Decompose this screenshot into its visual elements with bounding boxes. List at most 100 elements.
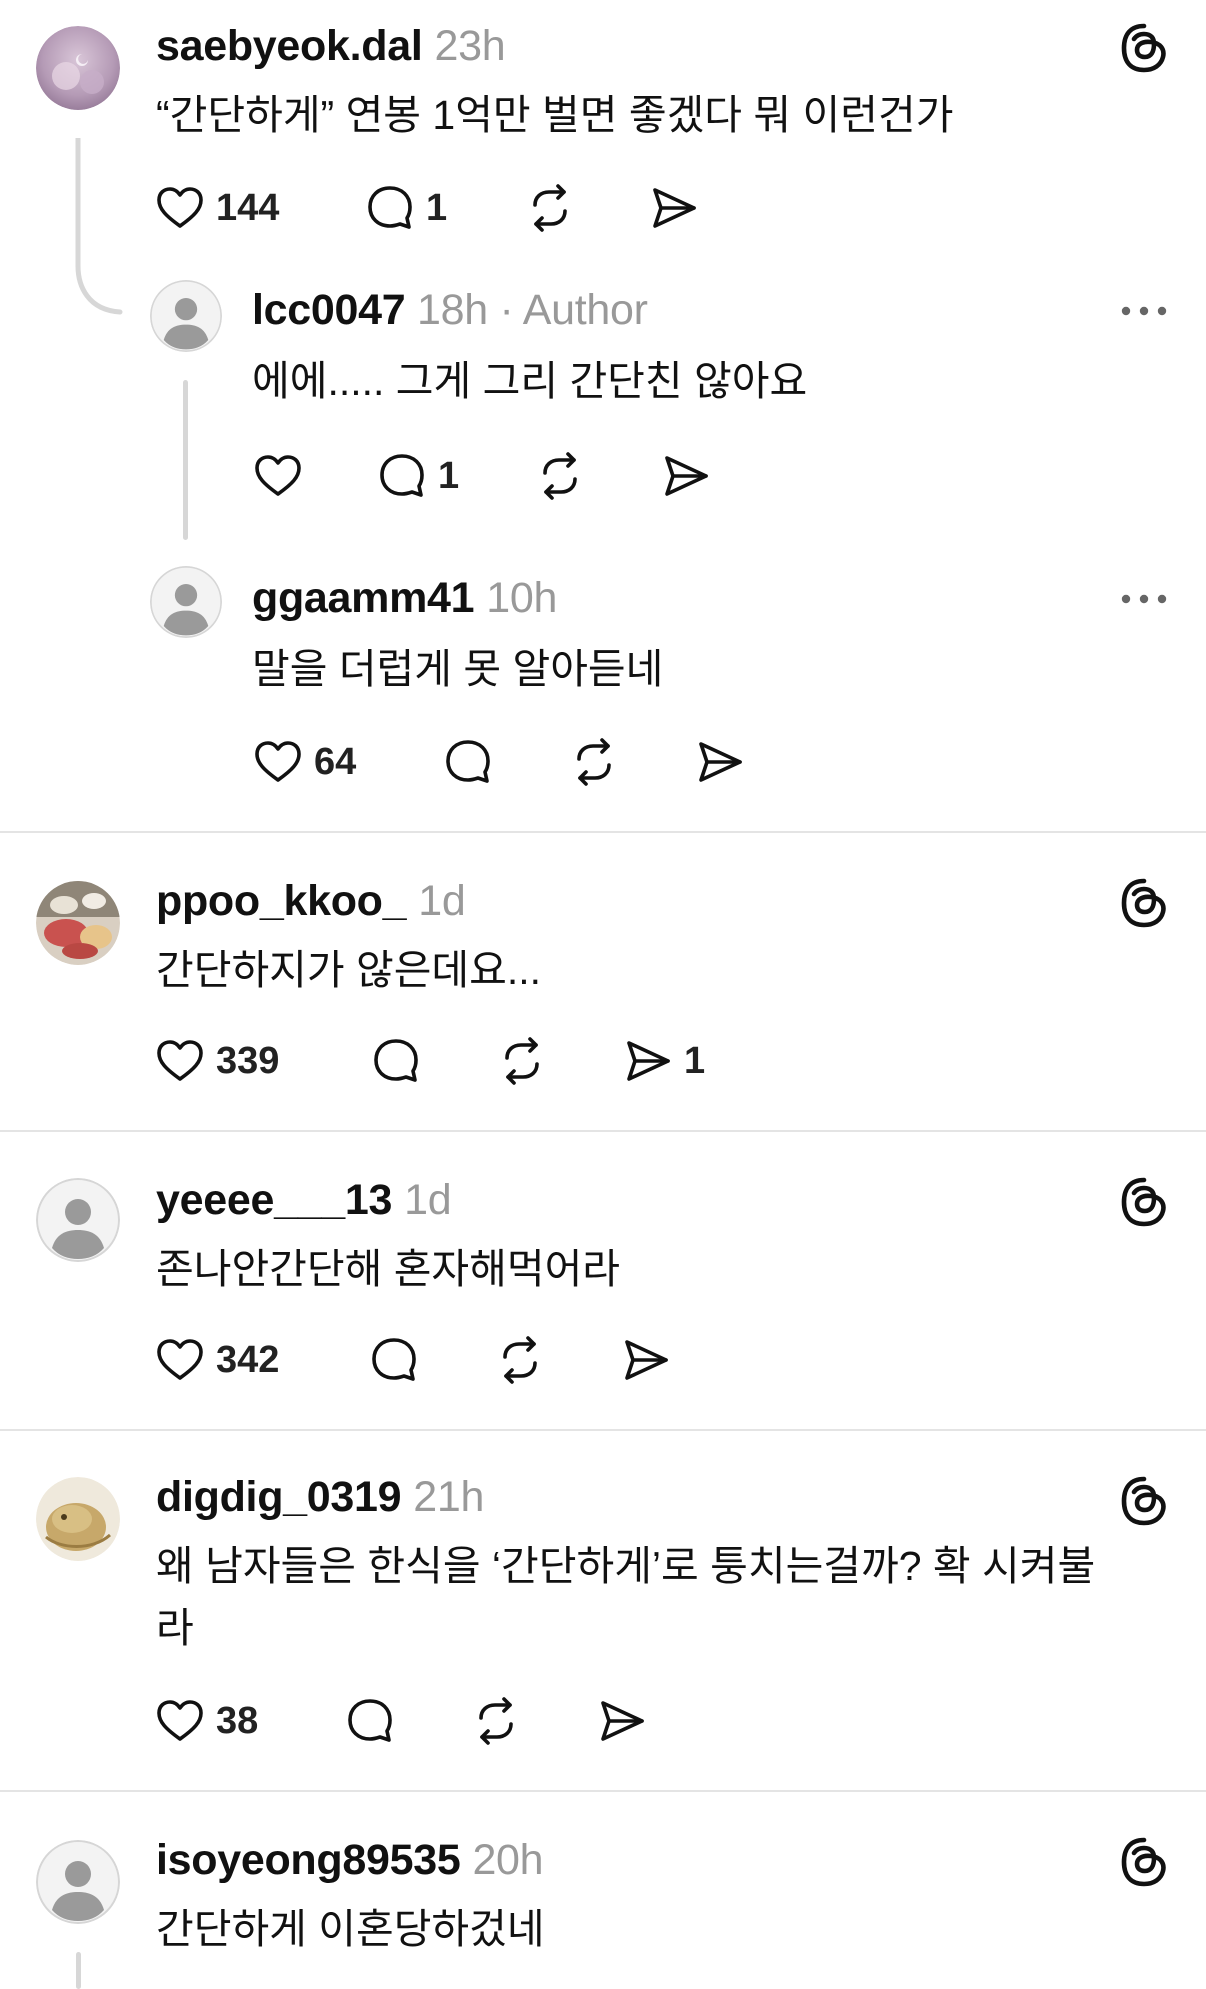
repost-button[interactable] xyxy=(494,1031,550,1091)
repost-icon xyxy=(566,734,622,790)
comment-button[interactable]: 1 xyxy=(374,446,459,506)
post: ppoo_kkoo_ 1d 간단하지가 않은데요... 339 1 xyxy=(0,833,1206,1131)
like-button[interactable] xyxy=(250,446,306,506)
timestamp: 23h xyxy=(434,22,506,70)
avatar[interactable] xyxy=(36,1477,120,1561)
timestamp: 20h xyxy=(472,1836,544,1884)
post-text: 말을 더럽게 못 알아듣네 xyxy=(252,646,664,692)
threads-logo-icon[interactable] xyxy=(1118,877,1170,929)
like-button[interactable]: 342 xyxy=(152,1330,279,1390)
heart-icon xyxy=(152,180,208,236)
comment-count: 1 xyxy=(426,186,448,229)
threads-logo-icon[interactable] xyxy=(1118,1836,1170,1888)
repost-icon xyxy=(522,180,578,236)
like-count: 144 xyxy=(216,186,280,229)
like-button[interactable]: 64 xyxy=(250,732,356,792)
username[interactable]: yeeee___13 1d xyxy=(156,1176,452,1225)
post-text: “간단하게” 연봉 1억만 벌면 좋겠다 뭐 이런건가 xyxy=(156,92,954,138)
comment-button[interactable] xyxy=(440,732,496,792)
avatar[interactable] xyxy=(36,1840,120,1924)
timestamp-author: 18h · Author xyxy=(417,286,648,334)
like-count: 342 xyxy=(216,1338,280,1381)
heart-icon xyxy=(152,1332,208,1388)
post-text-line-2: 라 xyxy=(156,1605,194,1651)
share-button[interactable] xyxy=(658,446,714,506)
thread-main-post: saebyeok.dal 23h “간단하게” 연봉 1억만 벌면 좋겠다 뭐 이… xyxy=(0,0,1206,832)
repost-icon xyxy=(468,1693,524,1749)
post-actions: 1 xyxy=(250,446,750,506)
post-actions: 64 xyxy=(250,732,770,792)
avatar[interactable] xyxy=(36,881,120,965)
like-button[interactable]: 144 xyxy=(152,178,279,238)
repost-icon xyxy=(532,448,588,504)
thread-line xyxy=(76,1952,81,1989)
repost-button[interactable] xyxy=(468,1691,524,1751)
share-button[interactable]: 1 xyxy=(620,1031,705,1091)
share-icon xyxy=(658,448,714,504)
username[interactable]: ppoo_kkoo_ 1d xyxy=(156,877,466,926)
username[interactable]: isoyeong89535 20h xyxy=(156,1836,544,1885)
comment-icon xyxy=(342,1693,398,1749)
thread-line xyxy=(183,380,188,540)
comment-count: 1 xyxy=(438,454,460,497)
heart-icon xyxy=(250,448,306,504)
avatar[interactable] xyxy=(36,1178,120,1262)
post-actions: 342 xyxy=(152,1330,752,1390)
post: isoyeong89535 20h 간단하게 이혼당하겄네 xyxy=(0,1792,1206,1989)
username[interactable]: lcc0047 18h · Author xyxy=(252,286,648,335)
share-icon xyxy=(594,1693,650,1749)
post-text: 간단하게 이혼당하겄네 xyxy=(156,1906,545,1952)
share-icon xyxy=(620,1033,676,1089)
timestamp: 1d xyxy=(418,877,466,925)
repost-button[interactable] xyxy=(492,1330,548,1390)
post-text-line-1: 왜 남자들은 한식을 ‘간단하게’로 퉁치는걸까? 확 시켜불 xyxy=(156,1543,1096,1589)
avatar[interactable] xyxy=(36,26,120,110)
more-options-icon[interactable] xyxy=(1118,589,1170,609)
share-button[interactable] xyxy=(594,1691,650,1751)
comment-icon xyxy=(366,1332,422,1388)
post-actions: 339 1 xyxy=(152,1031,752,1091)
share-icon xyxy=(692,734,748,790)
share-button[interactable] xyxy=(618,1330,674,1390)
threads-logo-icon[interactable] xyxy=(1118,1176,1170,1228)
threads-logo-icon[interactable] xyxy=(1118,22,1170,74)
share-icon xyxy=(618,1332,674,1388)
avatar[interactable] xyxy=(150,566,222,638)
avatar[interactable] xyxy=(150,280,222,352)
repost-button[interactable] xyxy=(566,732,622,792)
more-options-icon[interactable] xyxy=(1118,301,1170,321)
post-text: 존나안간단해 혼자해먹어라 xyxy=(156,1246,621,1292)
comment-button[interactable] xyxy=(366,1330,422,1390)
timestamp: 1d xyxy=(404,1176,452,1224)
username[interactable]: saebyeok.dal 23h xyxy=(156,22,506,71)
share-button[interactable] xyxy=(646,178,702,238)
comment-icon xyxy=(374,448,430,504)
threads-logo-icon[interactable] xyxy=(1118,1475,1170,1527)
timestamp: 10h xyxy=(486,574,558,622)
like-count: 38 xyxy=(216,1699,259,1742)
repost-icon xyxy=(492,1332,548,1388)
username[interactable]: digdig_0319 21h xyxy=(156,1473,484,1522)
share-icon xyxy=(646,180,702,236)
repost-icon xyxy=(494,1033,550,1089)
repost-button[interactable] xyxy=(522,178,578,238)
like-count: 64 xyxy=(314,740,357,783)
repost-button[interactable] xyxy=(532,446,588,506)
comment-button[interactable] xyxy=(342,1691,398,1751)
heart-icon xyxy=(152,1693,208,1749)
username[interactable]: ggaamm41 10h xyxy=(252,574,557,623)
comment-button[interactable]: 1 xyxy=(362,178,447,238)
like-button[interactable]: 38 xyxy=(152,1691,258,1751)
timestamp: 21h xyxy=(413,1473,485,1521)
comment-icon xyxy=(362,180,418,236)
post-actions: 144 1 xyxy=(152,178,752,238)
post: yeeee___13 1d 존나안간단해 혼자해먹어라 342 xyxy=(0,1132,1206,1430)
heart-icon xyxy=(152,1033,208,1089)
like-button[interactable]: 339 xyxy=(152,1031,279,1091)
share-button[interactable] xyxy=(692,732,748,792)
post-text: 에에..... 그게 그리 간단친 않아요 xyxy=(252,358,808,404)
like-count: 339 xyxy=(216,1039,280,1082)
post: digdig_0319 21h 왜 남자들은 한식을 ‘간단하게’로 퉁치는걸까?… xyxy=(0,1431,1206,1791)
comment-button[interactable] xyxy=(368,1031,424,1091)
comment-icon xyxy=(368,1033,424,1089)
